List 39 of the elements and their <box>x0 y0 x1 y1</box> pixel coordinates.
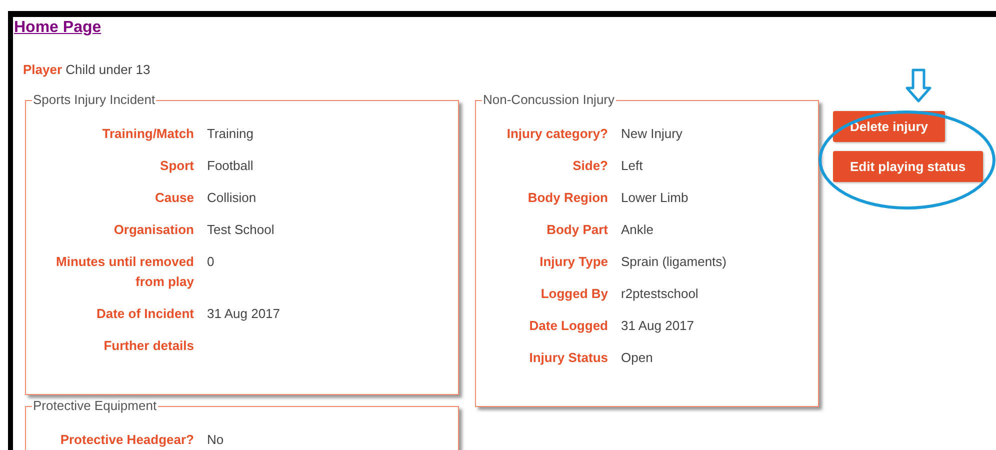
field-label: Body Region <box>526 189 608 207</box>
field-label: Protective Headgear? <box>59 431 194 449</box>
action-button[interactable]: Delete injury <box>833 111 946 142</box>
field-label: Organisation <box>112 221 194 239</box>
field-value: No <box>207 431 225 449</box>
field-value: 31 Aug 2017 <box>207 305 282 323</box>
down-arrow-annotation <box>906 68 932 102</box>
field-label: Logged By <box>540 285 608 303</box>
field-label: Side? <box>572 157 608 175</box>
field-label: Sport <box>159 157 194 175</box>
field-label: Date Logged <box>528 317 608 335</box>
field-value: Open <box>621 349 654 367</box>
field-value: r2ptestschool <box>621 285 700 303</box>
field-label: Date of Incident <box>95 305 194 323</box>
field-value: New Injury <box>621 125 684 143</box>
field-value: Training <box>207 125 254 143</box>
field-value: Football <box>207 157 254 175</box>
field-value: Sprain (ligaments) <box>621 253 728 271</box>
field-value: Test School <box>207 221 276 239</box>
home-page-link[interactable]: Home Page <box>14 19 102 37</box>
field-label: Injury category? <box>506 125 608 143</box>
panel-title: Sports Injury Incident <box>32 92 156 108</box>
field-label: Further details <box>102 337 194 355</box>
player-line: Player Child under 13 <box>23 61 152 79</box>
field-label: Injury Type <box>538 253 608 271</box>
field-value: Collision <box>207 189 258 207</box>
field-value: Left <box>621 157 644 175</box>
field-label: Body Part <box>546 221 608 239</box>
field-value: Ankle <box>621 221 655 239</box>
field-label: Minutes until removed from play <box>55 253 194 291</box>
field-value: 0 <box>207 253 216 271</box>
field-value: Lower Limb <box>621 189 690 207</box>
field-value: 31 Aug 2017 <box>621 317 696 335</box>
panel-title: Protective Equipment <box>32 398 158 414</box>
panel-title: Non-Concussion Injury <box>482 92 616 108</box>
field-label: Injury Status <box>528 349 608 367</box>
field-label: Training/Match <box>101 125 194 143</box>
action-button[interactable]: Edit playing status <box>833 151 983 182</box>
field-label: Cause <box>154 189 194 207</box>
